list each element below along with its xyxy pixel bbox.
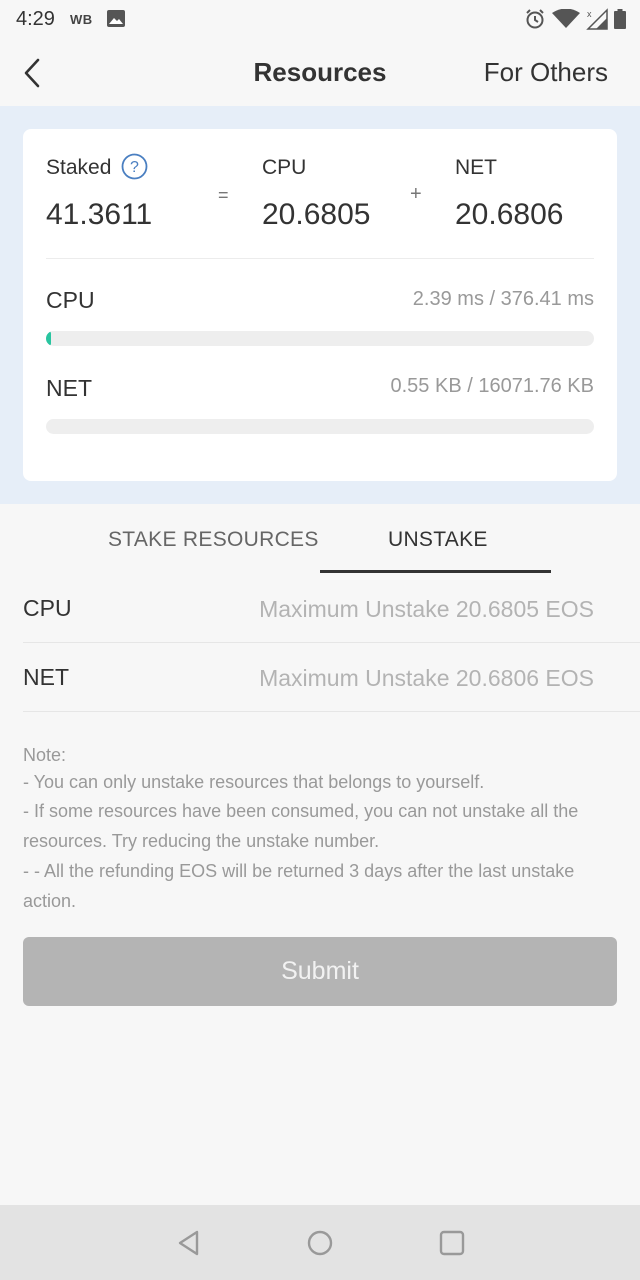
status-bar: 4:29 WB x xyxy=(0,0,640,40)
tab-stake-resources[interactable]: STAKE RESOURCES xyxy=(108,528,319,552)
status-carrier: WB xyxy=(70,12,93,27)
cpu-stake-value: 20.6805 xyxy=(262,198,371,231)
cpu-usage-text: 2.39 ms / 376.41 ms xyxy=(412,288,594,310)
net-unstake-input[interactable] xyxy=(174,660,594,696)
cpu-stake-label: CPU xyxy=(262,156,307,179)
note-line-1: - You can only unstake resources that be… xyxy=(23,772,485,792)
cpu-usage-bar xyxy=(46,331,594,346)
submit-button[interactable]: Submit xyxy=(23,937,617,1006)
plus-sign: + xyxy=(410,183,422,205)
unstake-notes: Note: - You can only unstake resources t… xyxy=(23,742,617,916)
tab-unstake[interactable]: UNSTAKE xyxy=(388,528,488,552)
net-usage-text: 0.55 KB / 16071.76 KB xyxy=(390,375,595,397)
staked-value: 41.3611 xyxy=(46,198,153,231)
home-circle-icon xyxy=(307,1230,333,1256)
nav-recents-button[interactable] xyxy=(436,1227,468,1259)
card-divider xyxy=(46,258,594,259)
svg-text:?: ? xyxy=(130,159,139,176)
net-unstake-row: NET xyxy=(23,642,640,712)
question-circle-icon[interactable]: ? xyxy=(121,153,148,180)
note-line-3: - - All the refunding EOS will be return… xyxy=(23,861,575,911)
net-stake-label: NET xyxy=(455,156,497,179)
nav-back-button[interactable] xyxy=(173,1227,205,1259)
note-line-2: - If some resources have been consumed, … xyxy=(23,801,579,851)
image-icon xyxy=(107,10,125,27)
staked-label: Staked xyxy=(46,156,112,179)
tab-bar: STAKE RESOURCES UNSTAKE xyxy=(0,504,640,574)
alarm-icon xyxy=(526,9,544,29)
for-others-button[interactable]: For Others xyxy=(484,57,608,88)
signal-icon: x xyxy=(586,8,608,30)
svg-text:x: x xyxy=(587,9,592,19)
nav-home-button[interactable] xyxy=(304,1227,336,1259)
battery-icon xyxy=(614,9,626,29)
status-icons: x xyxy=(524,8,626,30)
status-time: 4:29 xyxy=(16,8,55,30)
cpu-usage-label: CPU xyxy=(46,287,95,313)
net-stake-value: 20.6806 xyxy=(455,198,564,231)
notes-heading: Note: xyxy=(23,745,67,765)
net-usage-bar xyxy=(46,419,594,434)
cpu-unstake-input[interactable] xyxy=(174,591,594,627)
net-unstake-label: NET xyxy=(23,664,69,690)
net-usage-label: NET xyxy=(46,375,92,401)
cpu-unstake-label: CPU xyxy=(23,595,72,621)
recents-square-icon xyxy=(439,1230,465,1256)
header-bar: Resources For Others xyxy=(0,40,640,106)
system-nav-bar xyxy=(0,1205,640,1280)
back-triangle-icon xyxy=(178,1230,199,1256)
equals-sign: = xyxy=(218,185,229,205)
cpu-unstake-row: CPU xyxy=(23,573,640,643)
wifi-icon xyxy=(552,9,580,28)
